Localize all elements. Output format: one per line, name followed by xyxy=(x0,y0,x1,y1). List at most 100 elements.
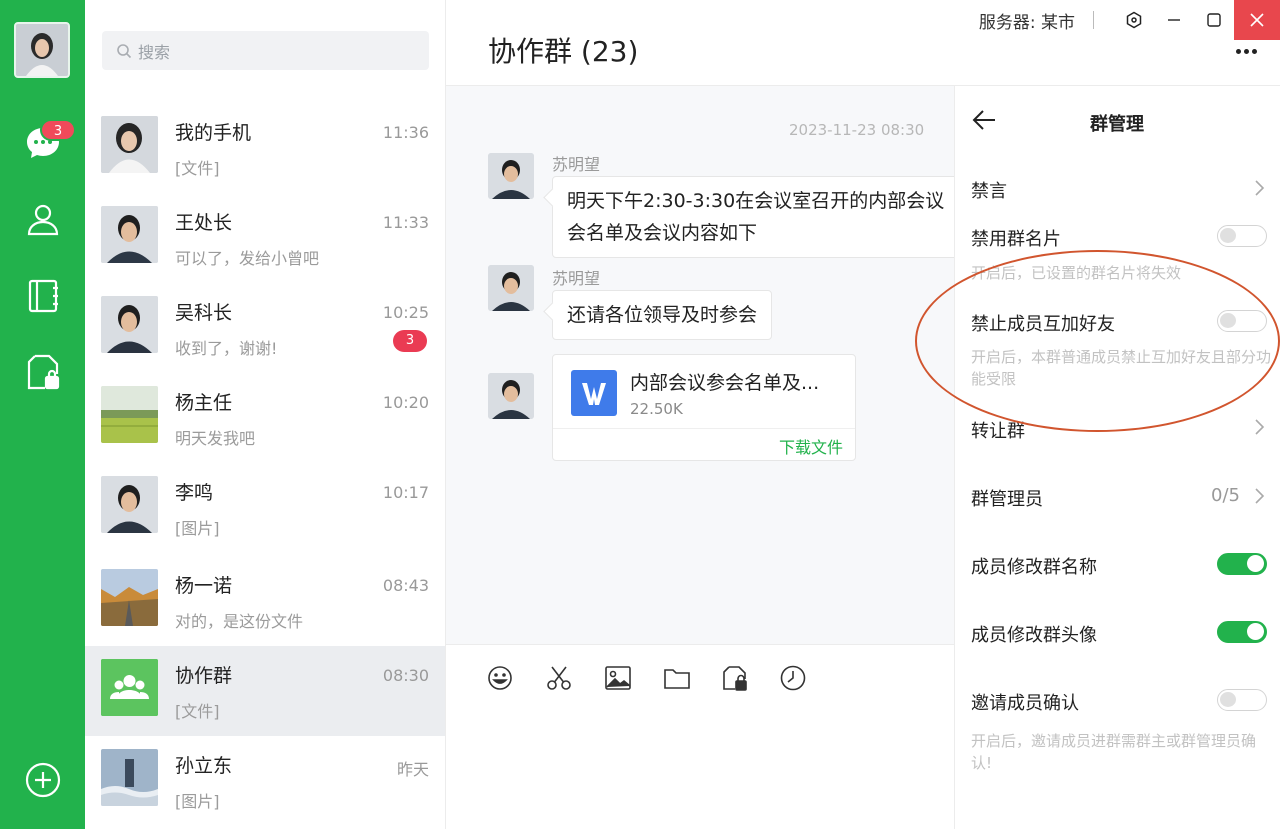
mute-setting-label[interactable]: 禁言 xyxy=(971,177,1007,203)
left-sidebar: 3 xyxy=(0,0,85,829)
search-placeholder: 搜索 xyxy=(138,42,171,62)
close-button[interactable] xyxy=(1234,0,1280,40)
unread-badge: 3 xyxy=(40,119,76,141)
chevron-right-icon[interactable] xyxy=(1252,417,1266,437)
secure-file-icon[interactable] xyxy=(720,663,750,693)
contact-time: 10:25 xyxy=(382,303,429,322)
conversation-item[interactable]: 杨主任 10:20 明天发我吧 xyxy=(85,373,445,463)
maximize-button[interactable] xyxy=(1194,0,1234,40)
contact-preview: 收到了，谢谢! xyxy=(175,339,278,358)
unread-badge: 3 xyxy=(393,330,427,352)
disable-group-card-toggle[interactable] xyxy=(1217,225,1267,247)
contact-time: 11:36 xyxy=(382,123,429,142)
avatar xyxy=(101,116,158,173)
transfer-group-label[interactable]: 转让群 xyxy=(971,417,1025,443)
settings-hex-icon[interactable] xyxy=(1114,0,1154,40)
contact-time: 08:43 xyxy=(382,576,429,595)
edit-group-avatar-label: 成员修改群头像 xyxy=(971,625,1097,646)
contact-name: 孙立东 xyxy=(175,755,233,777)
message-list[interactable]: 2023-11-23 08:30 苏明望 明天下午2:30-3:30在会议室召开… xyxy=(446,86,954,644)
server-label: 服务器: 某市 xyxy=(978,12,1075,33)
group-admins-label[interactable]: 群管理员 xyxy=(971,485,1043,511)
avatar xyxy=(101,206,158,263)
no-mutual-friend-toggle[interactable] xyxy=(1217,310,1267,332)
contact-preview: [文件] xyxy=(175,702,220,721)
conversation-item[interactable]: 我的手机 11:36 [文件] xyxy=(85,103,445,193)
contact-name: 杨一诺 xyxy=(175,575,233,597)
sender-avatar[interactable] xyxy=(488,153,534,199)
file-message-card[interactable]: 内部会议参会名单及... 22.50K 下载文件 xyxy=(552,354,856,461)
input-toolbar xyxy=(446,644,954,829)
message-text-line: 会名单及会议内容如下 xyxy=(567,222,758,244)
message-text-line: 明天下午2:30-3:30在会议室召开的内部会议 xyxy=(567,190,945,212)
group-admins-count: 0/5 xyxy=(1211,485,1240,506)
message-bubble[interactable]: 还请各位领导及时参会 xyxy=(552,290,773,340)
contacts-icon[interactable] xyxy=(22,198,64,240)
conversation-item-active[interactable]: 协作群 08:30 [文件] xyxy=(85,646,445,736)
contact-time: 10:20 xyxy=(382,393,429,412)
sender-avatar[interactable] xyxy=(488,373,534,419)
contact-preview: [图片] xyxy=(175,519,220,538)
group-management-panel: 群管理 禁言 禁用群名片 开启后，已设置的群名片将失效 禁止成员互加好友 开启后… xyxy=(954,86,1280,829)
contact-preview: 明天发我吧 xyxy=(175,429,256,448)
contact-name: 杨主任 xyxy=(175,392,233,414)
conversation-item[interactable]: 孙立东 昨天 [图片] xyxy=(85,736,445,826)
conversation-list-panel: 搜索 我的手机 11:36 [文件] 王处长 11:33 可以了，发给小曾吧 吴… xyxy=(85,0,446,829)
no-mutual-friend-hint: 开启后，本群普通成员禁止互加好友且部分功能受限 xyxy=(971,348,1272,388)
invite-confirm-toggle[interactable] xyxy=(1217,689,1267,711)
no-mutual-friend-label: 禁止成员互加好友 xyxy=(971,314,1115,335)
file-size: 22.50K xyxy=(630,400,683,418)
contact-time: 08:30 xyxy=(382,666,429,685)
divider xyxy=(553,428,855,429)
conversation-item[interactable]: 李鸣 10:17 [图片] xyxy=(85,463,445,553)
divider xyxy=(1093,11,1094,29)
back-arrow-icon[interactable] xyxy=(971,106,999,134)
conversation-item[interactable]: 王处长 11:33 可以了，发给小曾吧 xyxy=(85,193,445,283)
minimize-button[interactable] xyxy=(1154,0,1194,40)
app-window: 3 搜索 我的手机 11:36 [文件] 王处长 11:33 可以了，发给小曾吧… xyxy=(0,0,1280,829)
document-icon xyxy=(571,370,617,416)
avatar xyxy=(101,386,158,443)
download-file-link[interactable]: 下载文件 xyxy=(779,434,843,458)
chat-area: 协作群 (23) 2023-11-23 08:30 苏明望 明天下午2:30-3… xyxy=(446,0,1280,829)
search-input[interactable]: 搜索 xyxy=(102,31,429,70)
history-clock-icon[interactable] xyxy=(778,663,808,693)
contact-name: 协作群 xyxy=(175,665,233,687)
notebook-icon[interactable] xyxy=(22,275,64,317)
message-timestamp: 2023-11-23 08:30 xyxy=(789,121,925,139)
file-name: 内部会议参会名单及... xyxy=(630,372,820,394)
conversation-item[interactable]: 杨一诺 08:43 对的，是这份文件 xyxy=(85,556,445,646)
add-icon[interactable] xyxy=(22,759,64,801)
invite-confirm-hint: 开启后，邀请成员进群需群主或群管理员确认! xyxy=(971,732,1257,772)
avatar xyxy=(101,569,158,626)
chevron-right-icon[interactable] xyxy=(1252,486,1266,506)
edit-group-name-toggle[interactable] xyxy=(1217,553,1267,575)
contact-preview: [图片] xyxy=(175,792,220,811)
scissors-icon[interactable] xyxy=(544,663,574,693)
contact-preview: 对的，是这份文件 xyxy=(175,612,304,631)
more-options-icon[interactable] xyxy=(1236,44,1266,58)
avatar xyxy=(101,296,158,353)
user-avatar[interactable] xyxy=(14,22,70,78)
message-bubble[interactable]: 明天下午2:30-3:30在会议室召开的内部会议 会名单及会议内容如下 xyxy=(552,176,954,258)
sender-name: 苏明望 xyxy=(552,269,601,288)
edit-group-avatar-toggle[interactable] xyxy=(1217,621,1267,643)
contact-name: 王处长 xyxy=(175,212,233,234)
emoji-icon[interactable] xyxy=(485,663,515,693)
disable-group-card-hint: 开启后，已设置的群名片将失效 xyxy=(971,264,1182,282)
contact-time: 昨天 xyxy=(396,760,429,779)
message-text-line: 还请各位领导及时参会 xyxy=(567,304,758,326)
image-icon[interactable] xyxy=(603,663,633,693)
panel-title: 群管理 xyxy=(1090,114,1144,135)
sender-avatar[interactable] xyxy=(488,265,534,311)
contact-time: 10:17 xyxy=(382,483,429,502)
group-avatar xyxy=(101,659,158,716)
avatar xyxy=(101,749,158,806)
chevron-right-icon[interactable] xyxy=(1252,178,1266,198)
secure-file-icon[interactable] xyxy=(22,351,64,393)
folder-icon[interactable] xyxy=(662,663,692,693)
disable-group-card-label: 禁用群名片 xyxy=(971,229,1061,250)
conversation-item[interactable]: 吴科长 10:25 收到了，谢谢! 3 xyxy=(85,283,445,373)
avatar xyxy=(101,476,158,533)
contact-preview: [文件] xyxy=(175,159,220,178)
